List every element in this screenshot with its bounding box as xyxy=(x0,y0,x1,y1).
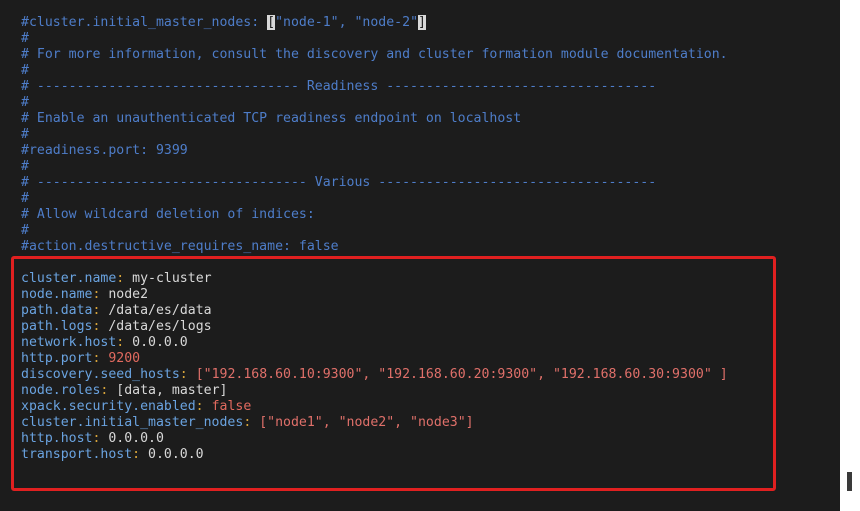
code-line-comment: # xyxy=(21,31,29,46)
code-line-comment: #readiness.port: 9399 xyxy=(21,143,188,158)
bracket-match-highlight: ] xyxy=(418,15,426,30)
code-line-comment: # xyxy=(21,223,29,238)
code-line-comment: # xyxy=(21,127,29,142)
code-line-comment: # xyxy=(21,159,29,174)
comment-text: "node-1", "node-2" xyxy=(275,15,419,30)
code-line-comment: # Enable an unauthenticated TCP readines… xyxy=(21,111,522,126)
code-line-comment: # xyxy=(21,63,29,78)
scrollbar[interactable] xyxy=(840,0,860,511)
terminal-editor[interactable]: #cluster.initial_master_nodes: ["node-1"… xyxy=(0,0,840,511)
code-line-comment: # Allow wildcard deletion of indices: xyxy=(21,207,315,222)
code-line-comment: #action.destructive_requires_name: false xyxy=(21,239,339,254)
scrollbar-thumb[interactable] xyxy=(847,472,852,491)
code-line-comment: # --------------------------------- Read… xyxy=(21,79,657,94)
code-line-comment: # xyxy=(21,191,29,206)
code-line-comment: #cluster.initial_master_nodes: ["node-1"… xyxy=(21,15,426,31)
text-cursor: [ xyxy=(267,15,276,30)
annotation-highlight-box xyxy=(11,256,776,491)
code-line-comment: # For more information, consult the disc… xyxy=(21,47,728,62)
code-line-comment: # ---------------------------------- Var… xyxy=(21,175,657,190)
comment-text: #cluster.initial_master_nodes: xyxy=(21,15,268,30)
code-line-comment: # xyxy=(21,95,29,110)
